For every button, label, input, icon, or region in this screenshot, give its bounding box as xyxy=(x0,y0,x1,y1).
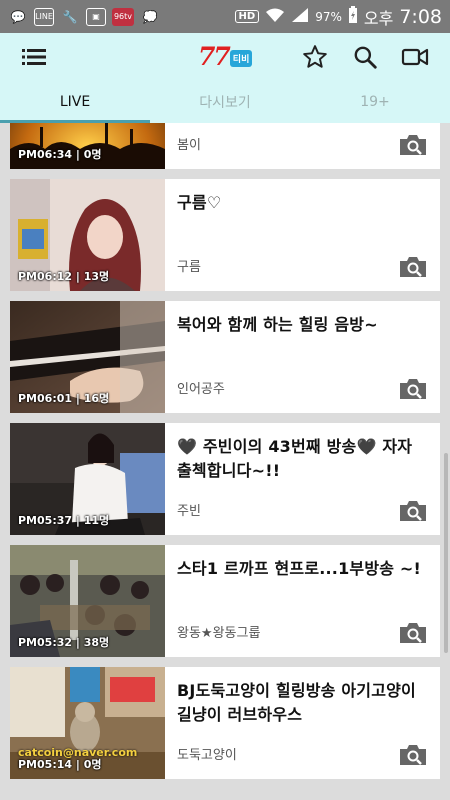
broadcast-list[interactable]: PM06:34 | 0명 봄이 PM06:12 | 13명 구름♡ 구름 PM0… xyxy=(0,123,450,800)
message-icon: 💭 xyxy=(142,9,158,24)
broadcast-thumbnail: PM06:12 | 13명 xyxy=(10,179,165,291)
tab-adult[interactable]: 19+ xyxy=(300,81,450,123)
streamer-name: 인어공주 xyxy=(177,382,225,397)
wifi-icon xyxy=(265,7,285,27)
hd-voice-icon: HD xyxy=(234,10,260,23)
broadcast-button[interactable] xyxy=(400,43,430,71)
list-menu-icon xyxy=(22,49,46,65)
search-icon xyxy=(354,46,377,69)
tab-replay[interactable]: 다시보기 xyxy=(150,81,300,123)
menu-button[interactable] xyxy=(22,47,46,67)
search-button[interactable] xyxy=(350,43,380,71)
broadcast-title: 스타1 르까프 현프로...1부방송 ~! xyxy=(177,559,422,578)
signal-icon xyxy=(291,7,309,27)
logo-tv-badge: 티비 xyxy=(229,50,253,67)
wrench-icon: 🔧 xyxy=(62,9,78,24)
tab-bar: LIVE 다시보기 19+ xyxy=(0,81,450,123)
favorite-button[interactable] xyxy=(300,43,330,71)
video-camera-icon xyxy=(401,48,429,66)
broadcast-card[interactable]: catcoin@naver.com PM05:14 | 0명 BJ도둑고양이 힐… xyxy=(10,667,440,779)
streamer-name: 구름 xyxy=(177,260,201,275)
broadcast-thumbnail: catcoin@naver.com PM05:14 | 0명 xyxy=(10,667,165,779)
time-viewers: PM05:14 | 0명 xyxy=(18,758,102,771)
broadcast-card[interactable]: PM05:32 | 38명 스타1 르까프 현프로...1부방송 ~! 왕동★왕… xyxy=(10,545,440,657)
live-camera-icon xyxy=(398,133,428,157)
battery-percent: 97% xyxy=(315,9,342,24)
broadcast-card[interactable]: PM06:12 | 13명 구름♡ 구름 xyxy=(10,179,440,291)
gallery-icon: ▣ xyxy=(86,7,106,26)
app-badge-icon: 96tv xyxy=(112,7,134,26)
clock: 7:08 xyxy=(399,5,442,28)
broadcast-title: 복어와 함께 하는 힐링 음방~ xyxy=(177,315,378,334)
broadcast-title: 구름♡ xyxy=(177,193,222,212)
broadcast-thumbnail: PM06:01 | 16명 xyxy=(10,301,165,413)
live-camera-icon xyxy=(398,621,428,645)
broadcast-thumbnail: PM06:34 | 0명 xyxy=(10,123,165,169)
time-viewers: PM05:37 | 11명 xyxy=(18,514,110,527)
broadcast-title: 🖤 주빈이의 43번째 방송🖤 자자 출첵합니다~!! xyxy=(177,437,413,480)
live-camera-icon xyxy=(398,499,428,523)
ampm: 오후 xyxy=(363,8,394,28)
broadcast-card[interactable]: PM06:34 | 0명 봄이 xyxy=(10,123,440,169)
streamer-name: 봄이 xyxy=(177,138,201,153)
broadcast-thumbnail: PM05:32 | 38명 xyxy=(10,545,165,657)
star-icon xyxy=(303,45,327,68)
tab-label: 다시보기 xyxy=(199,95,251,111)
broadcast-title: BJ도둑고양이 힐링방송 아기고양이 길냥이 러브하우스 xyxy=(177,681,416,724)
app-logo[interactable]: 77 티비 xyxy=(198,42,253,71)
app-bar: 77 티비 xyxy=(0,33,450,81)
time-viewers: PM06:34 | 0명 xyxy=(18,148,102,161)
tab-label: 19+ xyxy=(360,94,390,110)
line-app-icon: LINE xyxy=(34,7,54,26)
chat-bubble-icon: 💬 xyxy=(10,9,26,24)
broadcast-thumbnail: PM05:37 | 11명 xyxy=(10,423,165,535)
battery-icon xyxy=(348,5,358,28)
streamer-name: 왕동★왕동그룹 xyxy=(177,626,261,641)
live-camera-icon xyxy=(398,377,428,401)
broadcast-card[interactable]: PM05:37 | 11명 🖤 주빈이의 43번째 방송🖤 자자 출첵합니다~!… xyxy=(10,423,440,535)
scrollbar[interactable] xyxy=(444,453,448,653)
tab-label: LIVE xyxy=(59,94,91,110)
streamer-name: 도둑고양이 xyxy=(177,748,237,763)
time-viewers: PM06:12 | 13명 xyxy=(18,270,110,283)
time-viewers: PM05:32 | 38명 xyxy=(18,636,110,649)
broadcast-card[interactable]: PM06:01 | 16명 복어와 함께 하는 힐링 음방~ 인어공주 xyxy=(10,301,440,413)
logo-number: 77 xyxy=(198,42,231,71)
time-viewers: PM06:01 | 16명 xyxy=(18,392,110,405)
live-camera-icon xyxy=(398,255,428,279)
live-camera-icon xyxy=(398,743,428,767)
tab-live[interactable]: LIVE xyxy=(0,81,150,123)
streamer-name: 주빈 xyxy=(177,504,201,519)
status-bar: 💬 LINE 🔧 ▣ 96tv 💭 HD 97% 오후 7:08 xyxy=(0,0,450,33)
